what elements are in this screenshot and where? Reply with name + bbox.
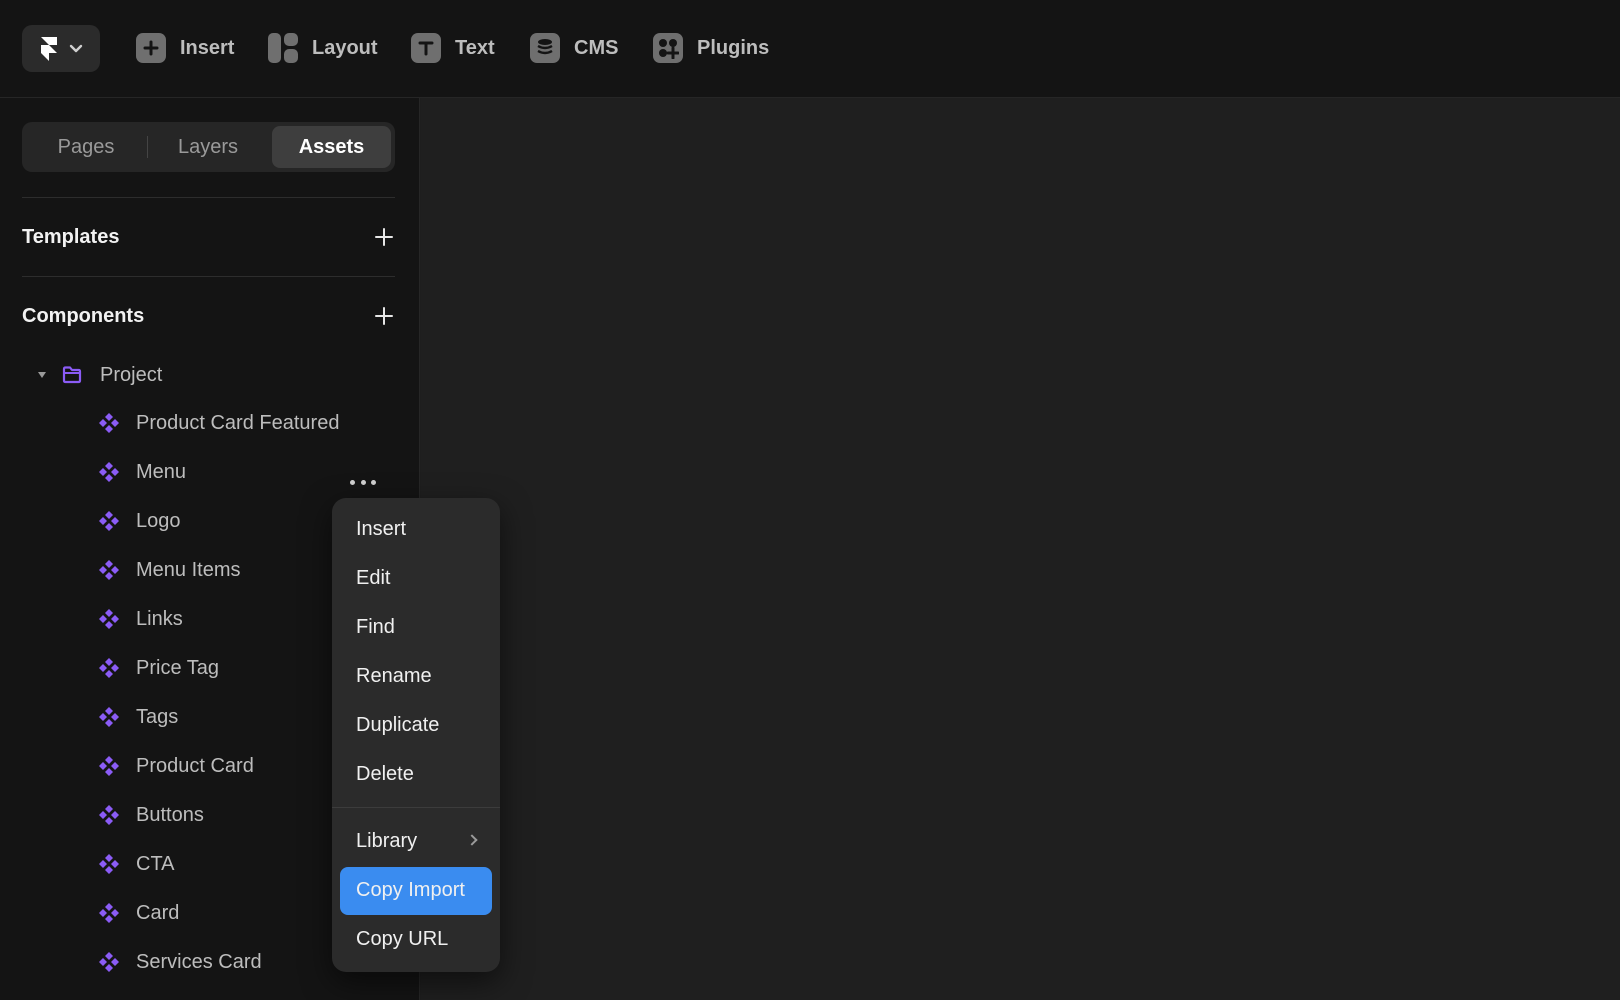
component-item-buttons[interactable]: Buttons [98,800,204,830]
component-icon [99,707,119,727]
component-item-label: Product Card Featured [136,411,340,434]
folder-project[interactable]: Project [38,360,162,390]
component-item-product-card-featured[interactable]: Product Card Featured [98,408,339,438]
component-item-label: CTA [136,852,175,875]
component-icon [99,462,119,482]
component-item-services-card[interactable]: Services Card [98,947,262,977]
folder-icon [62,366,82,384]
sidebar-tabs: Pages Layers Assets [22,122,395,172]
component-item-label: Price Tag [136,656,220,679]
component-item-label: Logo [136,509,181,532]
framer-logo-icon [41,36,57,61]
toolbar-layout-label: Layout [312,36,378,59]
menu-item-copy-url[interactable]: Copy URL [356,928,448,951]
top-toolbar: Insert Layout Text CMS Plugins [0,0,1620,98]
tab-pages[interactable]: Pages [26,126,146,168]
menu-item-insert[interactable]: Insert [356,518,406,541]
add-component-icon[interactable] [373,305,395,327]
layout-icon [268,33,298,63]
toolbar-text[interactable]: Text [411,30,495,66]
caret-down-icon[interactable] [38,372,46,378]
more-options-icon[interactable] [350,476,376,488]
component-item-label: Tags [136,705,179,728]
component-icon [99,511,119,531]
component-icon [99,952,119,972]
divider [22,197,395,198]
tab-assets[interactable]: Assets [272,126,391,168]
chevron-right-icon [466,834,478,846]
tab-pages-label: Pages [57,135,115,158]
divider [22,276,395,277]
component-item-menu[interactable]: Menu [98,457,186,487]
component-item-label: Services Card [136,950,262,973]
menu-separator [332,807,500,808]
component-item-logo[interactable]: Logo [98,506,181,536]
menu-item-duplicate[interactable]: Duplicate [356,714,439,737]
component-item-label: Buttons [136,803,204,826]
menu-item-find[interactable]: Find [356,616,395,639]
component-item-menu-items[interactable]: Menu Items [98,555,240,585]
component-icon [99,854,119,874]
toolbar-text-label: Text [455,36,495,59]
text-icon [411,33,441,63]
menu-item-edit[interactable]: Edit [356,567,390,590]
component-icon [99,756,119,776]
component-item-label: Menu Items [136,558,241,581]
component-item-label: Product Card [136,754,254,777]
menu-item-delete[interactable]: Delete [356,763,414,786]
component-item-links[interactable]: Links [98,604,183,634]
toolbar-insert-label: Insert [180,36,235,59]
menu-item-copy-import[interactable]: Copy Import [356,879,465,902]
component-item-label: Card [136,901,180,924]
design-canvas[interactable] [421,98,1620,1000]
toolbar-insert[interactable]: Insert [136,30,234,66]
menu-item-rename[interactable]: Rename [356,665,432,688]
add-template-icon[interactable] [373,226,395,248]
component-icon [99,413,119,433]
component-icon [99,609,119,629]
toolbar-plugins-label: Plugins [697,36,770,59]
toolbar-layout[interactable]: Layout [268,30,378,66]
toolbar-cms-label: CMS [574,36,619,59]
component-item-label: Menu [136,460,187,483]
plugins-icon [653,33,683,63]
component-icon [99,903,119,923]
component-icon [99,805,119,825]
tab-assets-label: Assets [298,135,365,158]
chevron-down-icon [69,44,83,52]
toolbar-cms[interactable]: CMS [530,30,618,66]
component-item-label: Links [136,607,183,630]
toolbar-plugins[interactable]: Plugins [653,30,769,66]
component-icon [99,560,119,580]
tab-layers[interactable]: Layers [148,126,268,168]
components-section-title: Components [22,305,145,327]
project-menu-button[interactable] [22,25,100,72]
component-item-cta[interactable]: CTA [98,849,175,879]
component-item-price-tag[interactable]: Price Tag [98,653,219,683]
component-context-menu: Insert Edit Find Rename Duplicate Delete… [332,498,500,972]
plus-square-icon [136,33,166,63]
component-item-product-card[interactable]: Product Card [98,751,254,781]
database-icon [530,33,560,63]
tab-layers-label: Layers [177,135,239,158]
templates-section-title: Templates [22,226,120,248]
menu-item-library[interactable]: Library [356,830,417,853]
component-item-tags[interactable]: Tags [98,702,178,732]
folder-project-label: Project [100,363,163,386]
component-icon [99,658,119,678]
component-item-card[interactable]: Card [98,898,179,928]
